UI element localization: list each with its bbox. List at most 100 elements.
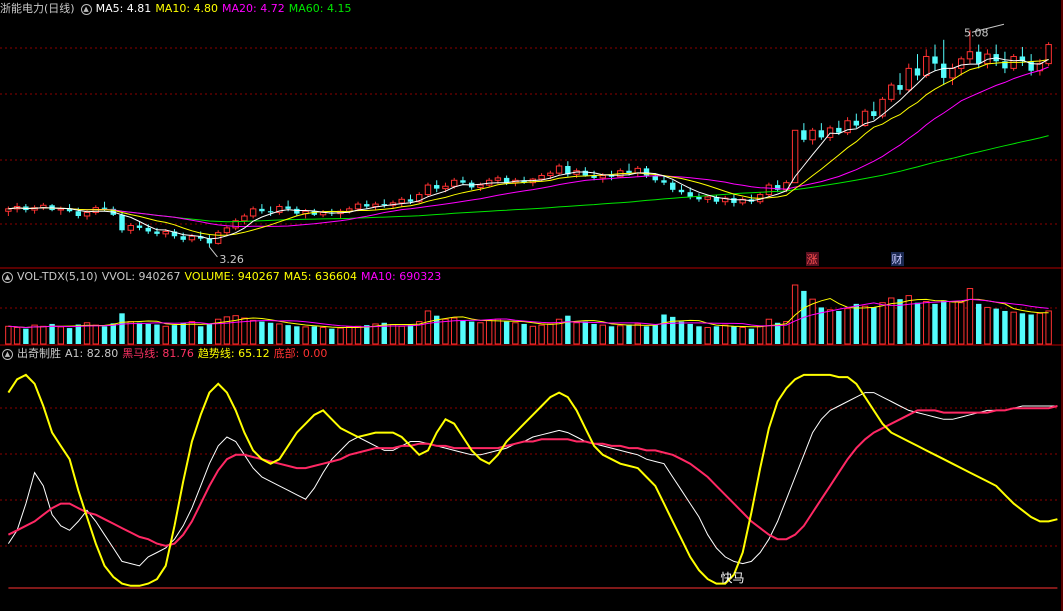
volume-bar [521, 323, 527, 344]
candle-body [670, 182, 676, 190]
candle-body [294, 208, 300, 214]
ma60-line [8, 135, 1049, 223]
candle-body [249, 208, 257, 217]
candle-body [836, 127, 842, 133]
trend-legend: 趋势线: 65.12 [197, 347, 270, 360]
volume-bar [687, 323, 693, 344]
volume-bar [285, 325, 291, 344]
volume-bar [5, 325, 12, 345]
volume-bar [836, 310, 842, 344]
high-price-label: 5.08 [964, 26, 989, 39]
volume-bar [346, 326, 353, 345]
volume-bar [136, 322, 143, 344]
candle-body [241, 215, 248, 222]
candle-body [398, 198, 405, 204]
candle-body [460, 180, 466, 183]
collapse-toggle-icon[interactable]: ▲ [2, 348, 13, 360]
stock-chart[interactable]: 5.08 3.26 涨 财快马 [0, 0, 1063, 611]
volume-bar [993, 308, 999, 344]
volume-bar [958, 302, 965, 345]
volume-bar [1010, 311, 1017, 345]
volume-bar [424, 310, 432, 345]
candle-body [696, 196, 702, 200]
volume-bar [40, 325, 47, 345]
candle-body [180, 236, 186, 240]
volume-bar [154, 324, 160, 344]
candle-body [871, 111, 877, 116]
volume-panel-header: ▲ VOL-TDX(5,10) VVOL: 940267 VOLUME: 940267… [0, 269, 445, 285]
volume-bar [1045, 310, 1052, 345]
candle-body [188, 235, 196, 241]
volume-bar [721, 324, 729, 345]
volume-bar [599, 324, 607, 345]
collapse-toggle-icon[interactable]: ▲ [2, 271, 13, 283]
volume-bar [949, 301, 956, 345]
volume-bar [844, 308, 851, 345]
volume-bar [311, 326, 318, 344]
volume-bar [13, 326, 21, 345]
candle-body [127, 225, 134, 231]
candle-body [477, 184, 484, 188]
volume-bar [861, 305, 869, 345]
volume-bar [110, 323, 116, 344]
volume-bar [739, 326, 746, 345]
candle-body [765, 184, 773, 196]
volume-bar [1002, 310, 1008, 344]
volume-bar [975, 303, 982, 344]
vvol-legend: VVOL: 940267 [101, 270, 181, 283]
volume-bar [49, 323, 55, 344]
ma10-legend: MA10: 4.80 [155, 2, 219, 15]
volume-bar [809, 298, 816, 345]
candle-body [958, 58, 965, 69]
candle-body [678, 189, 685, 193]
volume-bar [75, 324, 82, 344]
volume-bar [1019, 313, 1026, 344]
ma60-legend: MA60: 4.15 [288, 2, 352, 15]
volume-bar [460, 320, 466, 344]
volume-bar [879, 302, 886, 345]
volume-bar [389, 324, 397, 345]
volume-bar [966, 288, 974, 345]
volume-legend: VOLUME: 940267 [184, 270, 280, 283]
candle-body [407, 199, 414, 202]
volume-bar [678, 321, 685, 344]
volume-bar [914, 302, 921, 344]
volume-bar [643, 326, 650, 344]
volume-bar [319, 326, 327, 345]
candle-body [923, 55, 930, 77]
candle-body [914, 68, 921, 76]
candle-body [57, 208, 65, 211]
volume-bar [171, 325, 178, 344]
candle-body [119, 214, 125, 231]
candle-body [687, 192, 693, 197]
vol-ma10-legend: MA10: 690323 [361, 270, 442, 283]
candle-body [966, 51, 974, 60]
candle-body [424, 184, 432, 196]
low-pointer [209, 246, 218, 258]
volume-bar [1036, 312, 1044, 345]
volume-bar [197, 326, 204, 344]
volume-bar [932, 303, 938, 344]
volume-bar [23, 328, 29, 344]
volume-bar [31, 324, 38, 345]
volume-bar [485, 319, 493, 345]
candle-body [354, 203, 362, 210]
collapse-toggle-icon[interactable]: ▲ [80, 3, 92, 15]
volume-bar [704, 326, 711, 345]
candle-body [154, 231, 160, 234]
volume-bar [591, 323, 597, 344]
volume-bar [512, 322, 519, 345]
volume-bar [748, 328, 755, 344]
volume-bar [398, 325, 405, 345]
volume-bar [617, 325, 624, 345]
ma5-legend: MA5: 4.81 [95, 2, 152, 15]
candle-body [818, 130, 825, 138]
candle-body [259, 208, 265, 212]
volume-bar [696, 326, 702, 344]
volume-bar [276, 323, 283, 345]
candle-body [547, 172, 554, 177]
candle-body [75, 211, 82, 216]
volume-bar [853, 303, 860, 344]
volume-bar [713, 326, 720, 344]
candle-body [267, 211, 274, 213]
